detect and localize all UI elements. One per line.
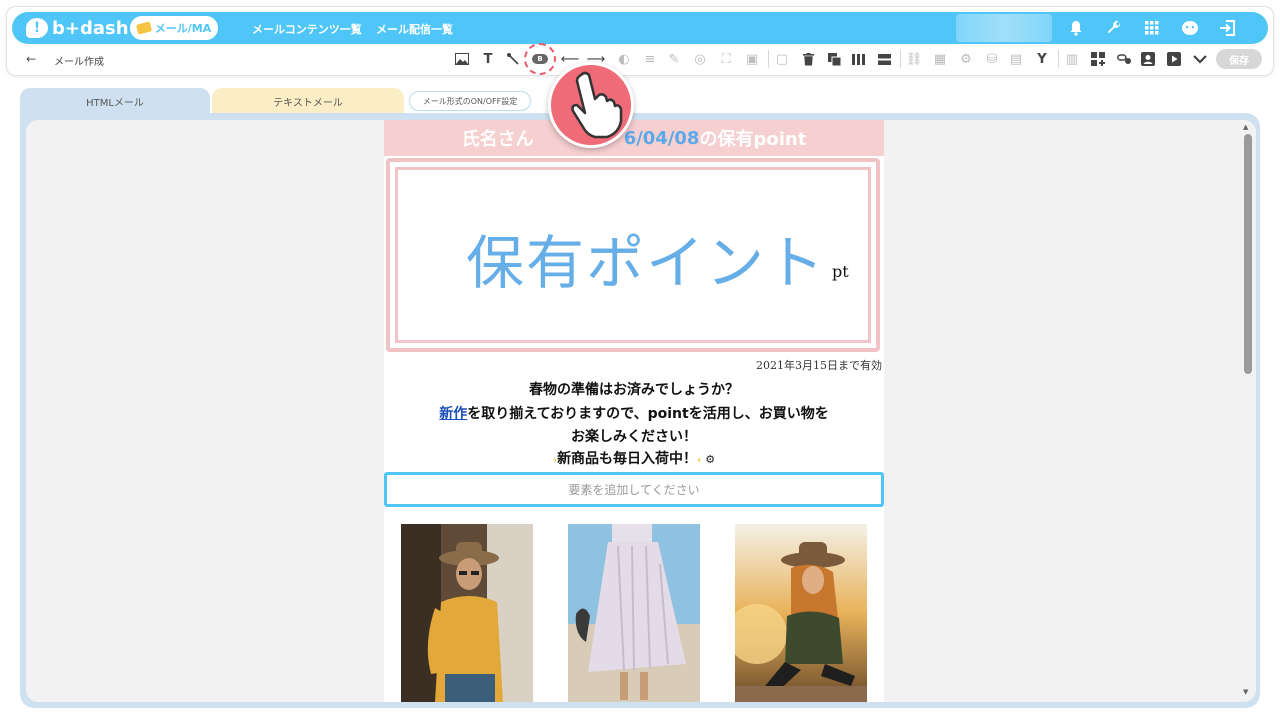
text-tool-icon[interactable]: T	[478, 49, 498, 69]
message-line-4-text: 新商品も毎日入荷中！	[557, 451, 698, 467]
toolbar-divider-2	[900, 50, 901, 68]
toolbar-divider	[768, 50, 769, 68]
chevron-down-icon[interactable]	[1190, 49, 1210, 69]
scroll-down-arrow-icon[interactable]: ▼	[1243, 688, 1248, 696]
gears-icon[interactable]: ⚙	[956, 49, 976, 69]
profile-card-icon[interactable]	[1138, 49, 1158, 69]
back-button[interactable]: ←	[26, 52, 36, 66]
align-icon[interactable]: ≡	[640, 49, 660, 69]
wrench-icon[interactable]	[1104, 18, 1124, 38]
product-photo-2[interactable]	[568, 524, 700, 702]
save-button[interactable]: 保存	[1216, 49, 1262, 69]
new-items-link[interactable]: 新作	[439, 406, 467, 422]
email-header-banner[interactable]: 氏名さん 6/04/08 の保有point	[384, 120, 884, 156]
message-line-3: お楽しみください！	[571, 429, 697, 445]
gear-icon[interactable]: ⚙	[705, 453, 715, 466]
copy-outline-icon[interactable]: ▢	[772, 49, 792, 69]
toolbar-divider-3	[1058, 50, 1059, 68]
logo-icon: !	[26, 18, 48, 38]
tab-text-mail[interactable]: テキストメール	[212, 88, 404, 114]
tab-html-mail[interactable]: HTMLメール	[20, 88, 210, 114]
scroll-up-arrow-icon[interactable]: ▲	[1243, 123, 1248, 131]
support-chat-icon[interactable]	[1180, 18, 1200, 38]
calendar-icon[interactable]: ▦	[930, 49, 950, 69]
logo-text: b+dash	[52, 17, 129, 39]
trash-icon[interactable]	[798, 49, 818, 69]
message-line-2: 新作を取り揃えておりますので、pointを活用し、お買い物を	[384, 403, 884, 423]
product-photo-3[interactable]	[735, 524, 867, 702]
logout-icon[interactable]	[1218, 18, 1238, 38]
columns-icon[interactable]	[848, 49, 868, 69]
message-line-4[interactable]: ›新商品も毎日入荷中！‹ ⚙	[384, 448, 884, 468]
valid-until-text: 2021年3月15日まで有効	[756, 359, 882, 372]
point-unit: pt	[832, 262, 849, 281]
layout-icon[interactable]: ▥	[1062, 49, 1082, 69]
duplicate-icon[interactable]	[824, 49, 844, 69]
chevron-left-icon: ‹	[697, 455, 702, 466]
link-settings-icon[interactable]	[1114, 49, 1134, 69]
header-suffix: の保有point	[699, 129, 807, 150]
vertical-scrollbar-thumb[interactable]	[1244, 134, 1252, 374]
header-date: 6/04/08	[623, 127, 700, 149]
point-heading: 保有ポイント	[466, 229, 827, 297]
top-navigation-bar: ! b+dash メール/MA メールコンテンツ一覧 メール配信一覧	[12, 12, 1268, 44]
mail-format-toggle-button[interactable]: メール形式のON/OFF設定	[409, 91, 531, 111]
nav-mail-delivery-link[interactable]: メール配信一覧	[376, 21, 453, 37]
add-block-icon[interactable]	[1088, 49, 1108, 69]
tap-hand-icon	[548, 62, 634, 148]
message-line-2-rest: を取り揃えておりますので、pointを活用し、お買い物を	[467, 406, 829, 422]
bell-icon[interactable]	[1066, 18, 1086, 38]
mode-label: メール/MA	[154, 22, 212, 35]
picture-icon[interactable]: ▣	[742, 49, 762, 69]
bold-tag-icon: B	[532, 54, 548, 64]
pen-icon[interactable]: ✎	[664, 49, 684, 69]
chain-link-icon[interactable]: ⛓	[904, 49, 924, 69]
apps-grid-icon[interactable]	[1142, 18, 1162, 38]
header-name: 氏名さん	[461, 129, 534, 150]
mode-switch-button[interactable]: メール/MA	[130, 16, 218, 40]
message-line-1: 春物の準備はお済みでしょうか？	[529, 382, 739, 398]
page-title: メール作成	[54, 57, 104, 68]
branch-icon[interactable]: Y	[1032, 49, 1052, 69]
app-logo[interactable]: ! b+dash	[26, 16, 129, 40]
fullscreen-icon[interactable]: ⛶	[716, 49, 736, 69]
email-preview: 氏名さん 6/04/08 の保有point 保有ポイント pt 2021年3月1…	[384, 120, 884, 702]
rows-icon[interactable]	[874, 49, 894, 69]
link-tool-icon[interactable]	[503, 49, 523, 69]
nav-mail-contents-link[interactable]: メールコンテンツ一覧	[252, 21, 362, 37]
target-icon[interactable]: ◎	[690, 49, 710, 69]
add-element-dropzone[interactable]: 要素を追加してください	[384, 472, 884, 507]
product-photo-1[interactable]	[401, 524, 533, 702]
video-icon[interactable]	[1164, 49, 1184, 69]
image-tool-icon[interactable]	[452, 49, 472, 69]
account-info-blurred	[956, 14, 1052, 42]
point-display-box[interactable]: 保有ポイント pt	[386, 158, 880, 352]
database-icon[interactable]: ⛁	[982, 49, 1002, 69]
add-note-icon[interactable]: ▤	[1006, 49, 1026, 69]
envelope-icon	[135, 21, 152, 35]
